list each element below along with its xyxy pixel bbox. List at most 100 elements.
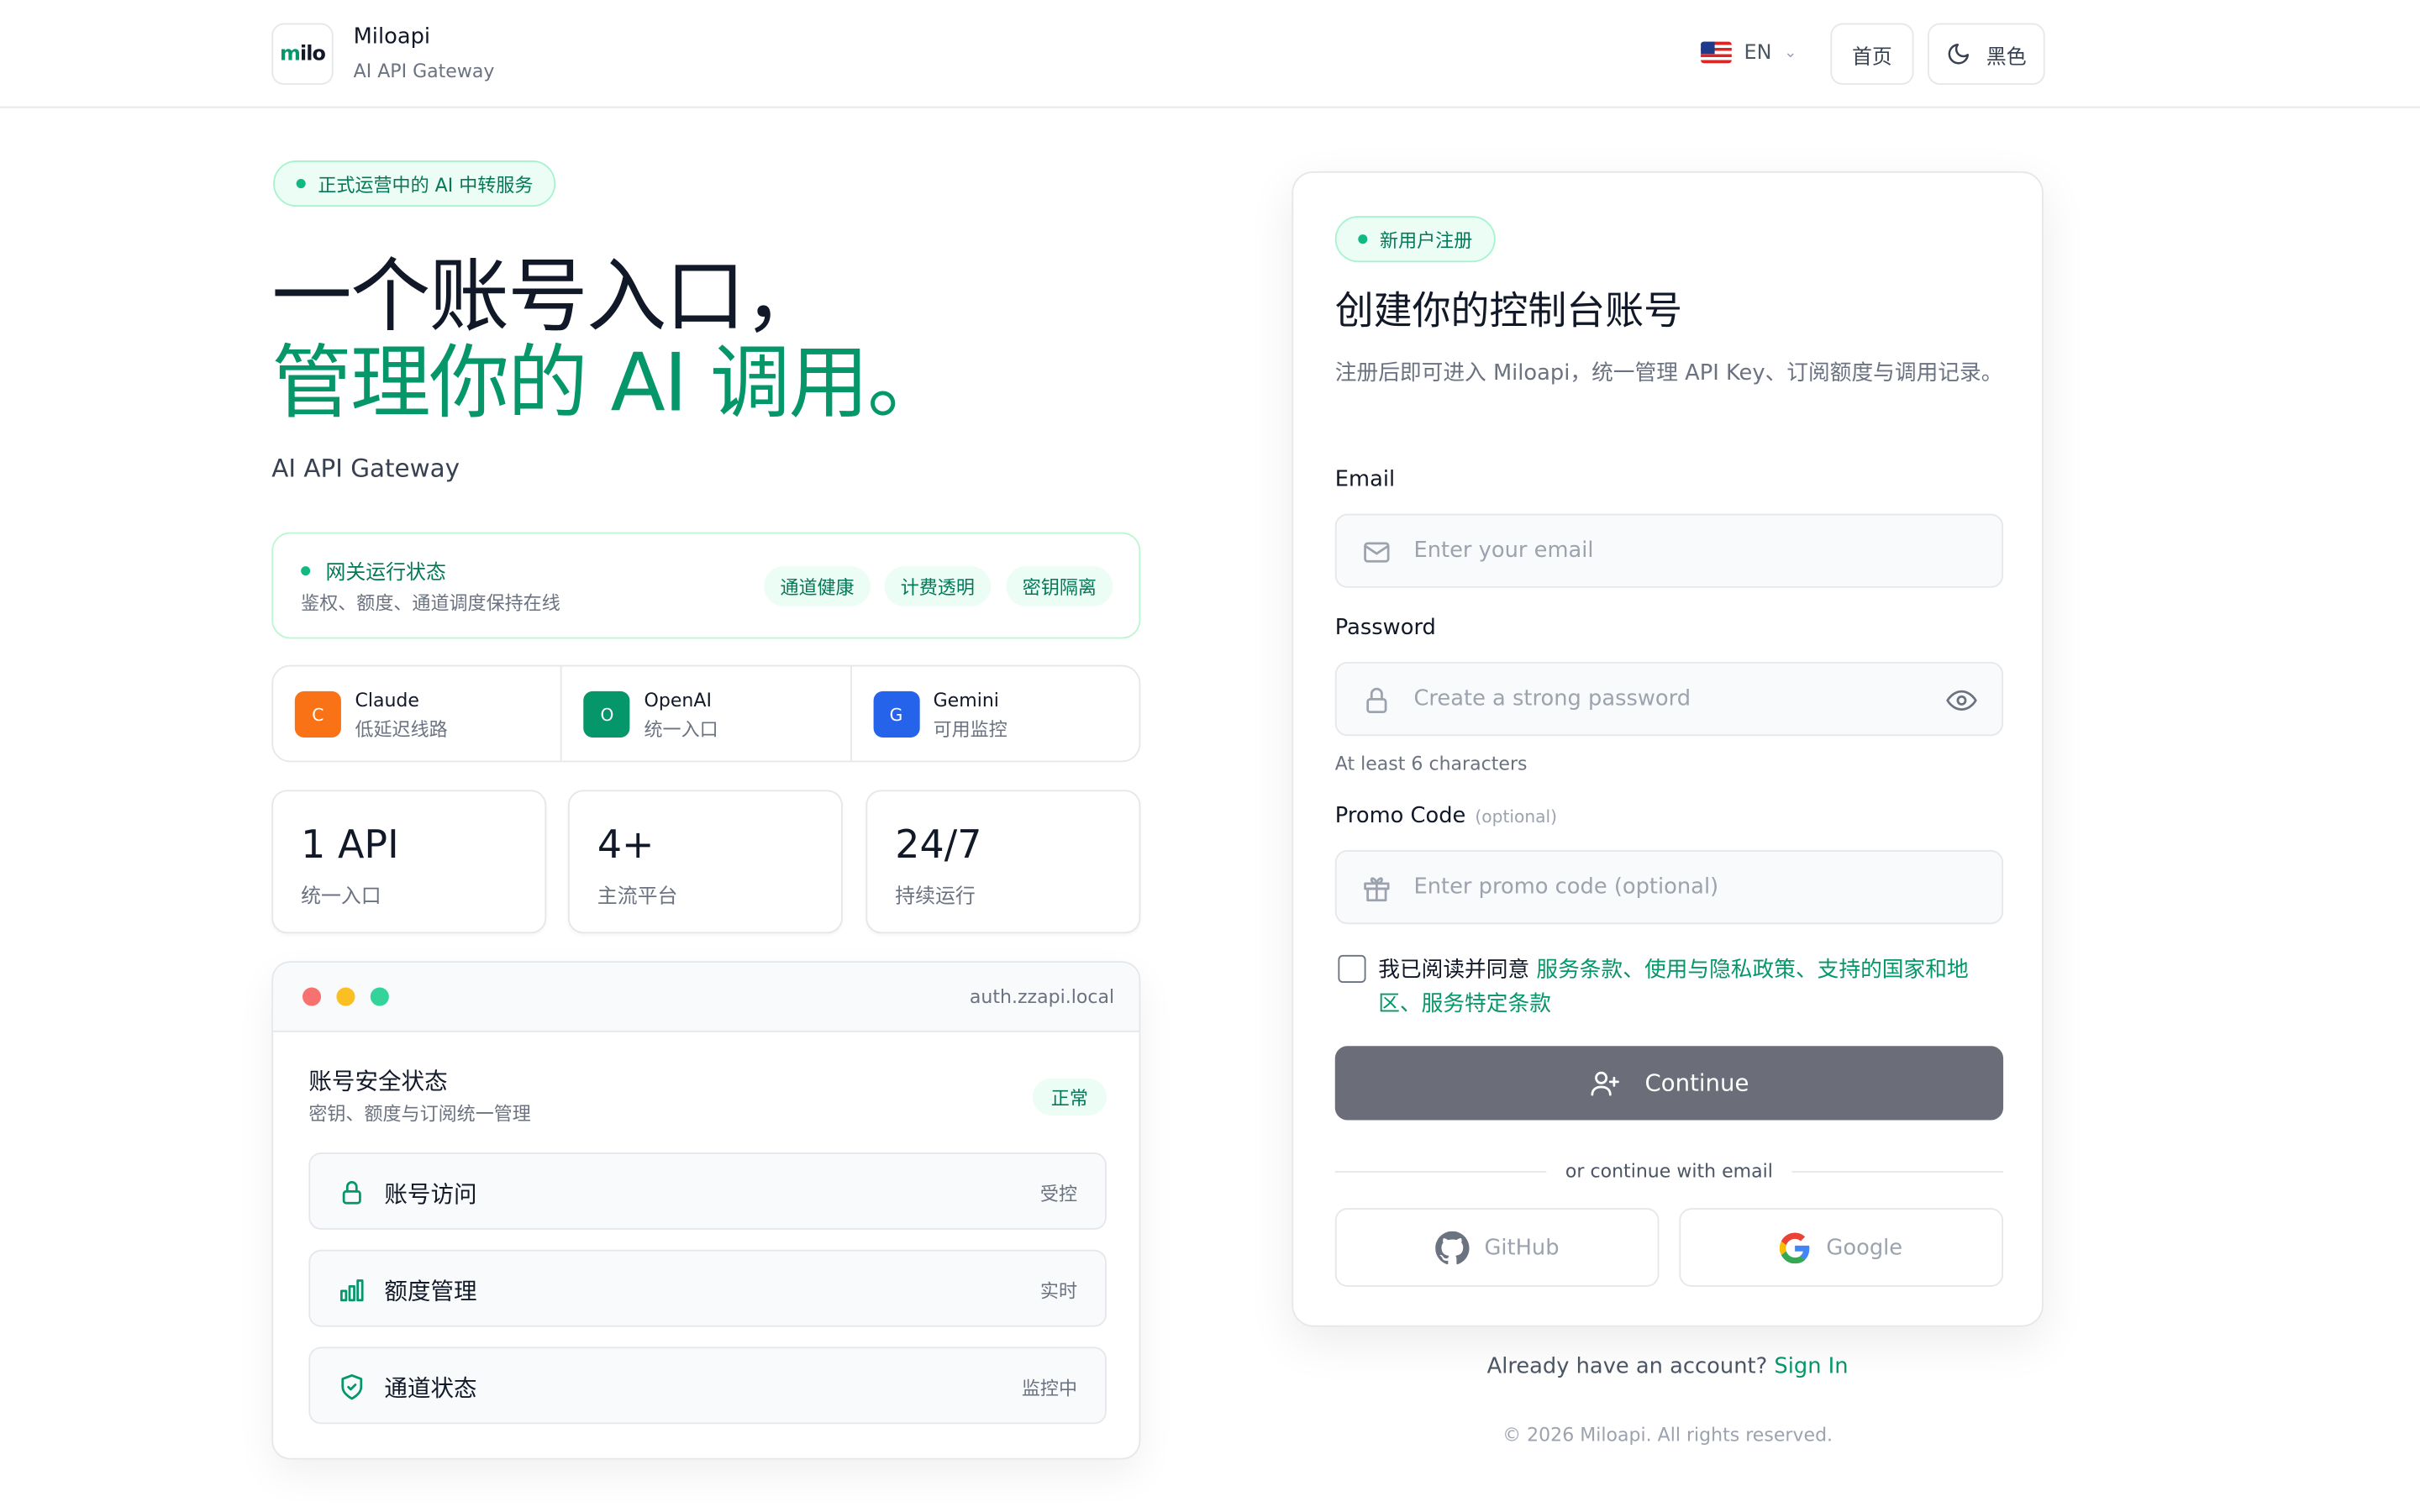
provider-openai: O OpenAI 统一入口 (562, 666, 852, 761)
github-icon (1434, 1230, 1470, 1264)
logo-text: ilo (299, 42, 326, 66)
provider-name: Gemini (933, 690, 999, 711)
service-status-text: 正式运营中的 AI 中转服务 (318, 173, 534, 196)
gift-icon (1364, 877, 1390, 902)
language-selector[interactable]: EN ⌄ (1701, 37, 1797, 68)
copyright-text: © 2026 Miloapi. All rights reserved. (1502, 1424, 1833, 1446)
theme-button-label: 黑色 (1986, 45, 2027, 69)
security-row-value: 监控中 (1021, 1378, 1078, 1399)
gateway-status-card: 网关运行状态 鉴权、额度、通道调度保持在线 通道健康 计费透明 密钥隔离 (271, 532, 1141, 639)
provider-claude: C Claude 低延迟线路 (273, 666, 563, 761)
signin-prompt: Already have an account? Sign In (1292, 1355, 2043, 1379)
window-maximize-dot-icon (370, 987, 389, 1006)
bar-chart-icon (339, 1279, 364, 1302)
promo-optional-text: (optional) (1475, 806, 1558, 827)
promo-input[interactable] (1413, 851, 1939, 923)
password-label: Password (1334, 615, 1436, 641)
gateway-status-title: 网关运行状态 (301, 555, 446, 585)
status-dot-icon (1358, 234, 1368, 244)
terms-separator: 、 (1623, 958, 1644, 983)
top-navbar: m ilo Miloapi AI API Gateway EN ⌄ 首页 黑色 (0, 0, 2420, 108)
gateway-status-subtitle: 鉴权、额度、通道调度保持在线 (301, 592, 560, 615)
status-dot-icon (301, 565, 311, 575)
us-flag-icon (1701, 41, 1732, 64)
security-title: 账号安全状态 (308, 1068, 448, 1096)
register-title: 创建你的控制台账号 (1334, 288, 1683, 333)
window-close-dot-icon (302, 987, 322, 1006)
email-label: Email (1334, 467, 1396, 492)
register-pill: 新用户注册 (1334, 216, 1496, 263)
security-row-label: 额度管理 (384, 1277, 477, 1305)
security-row-quota: 额度管理 实时 (308, 1249, 1107, 1327)
stat-label: 统一入口 (301, 885, 381, 909)
stat-card-api: 1 API 统一入口 (271, 790, 547, 934)
brand-name: Miloapi (353, 24, 431, 50)
divider-text: or continue with email (1293, 1160, 2044, 1182)
promo-label-text: Promo Code (1334, 803, 1466, 829)
openai-icon: O (583, 690, 630, 738)
terms-checkbox[interactable] (1338, 954, 1366, 983)
stat-value: 4+ (597, 822, 655, 868)
provider-description: 可用监控 (933, 718, 1007, 741)
claude-icon: C (294, 690, 341, 738)
status-dot-icon (296, 179, 306, 189)
stat-card-platforms: 4+ 主流平台 (567, 790, 843, 934)
language-label: EN (1744, 40, 1772, 65)
provider-name: Claude (355, 690, 419, 711)
email-input[interactable] (1413, 515, 1939, 586)
continue-button[interactable]: Continue (1334, 1046, 2004, 1121)
terms-separator: 、 (1399, 992, 1422, 1017)
stat-value: 1 API (301, 822, 399, 868)
provider-description: 低延迟线路 (355, 718, 448, 741)
account-security-panel: auth.zzapi.local 账号安全状态 密钥、额度与订阅统一管理 正常 … (271, 961, 1141, 1460)
shield-check-icon (341, 1374, 363, 1400)
logo-mark: m (279, 42, 301, 66)
eye-icon[interactable] (1946, 685, 1977, 717)
security-row-channel: 通道状态 监控中 (308, 1347, 1107, 1425)
window-minimize-dot-icon (336, 987, 355, 1006)
continue-button-label: Continue (1644, 1068, 1749, 1097)
service-status-pill: 正式运营中的 AI 中转服务 (273, 160, 556, 207)
stat-card-uptime: 24/7 持续运行 (865, 790, 1141, 934)
home-button-label: 首页 (1852, 45, 1892, 69)
tag-key-isolation: 密钥隔离 (1006, 566, 1113, 606)
email-field[interactable] (1334, 513, 2004, 588)
stat-label: 持续运行 (895, 885, 976, 909)
google-button[interactable]: Google (1679, 1208, 2004, 1287)
google-button-label: Google (1826, 1235, 1903, 1260)
moon-icon (1948, 44, 1970, 65)
tag-billing-transparent: 计费透明 (884, 566, 992, 606)
promo-field[interactable] (1334, 850, 2004, 925)
window-titlebar: auth.zzapi.local (273, 963, 1139, 1032)
password-field[interactable] (1334, 661, 2004, 737)
divider-label: or continue with email (1546, 1160, 1791, 1182)
tag-channel-health: 通道健康 (764, 566, 871, 606)
password-input[interactable] (1413, 663, 1939, 735)
home-button[interactable]: 首页 (1830, 23, 1914, 86)
mail-icon (1364, 542, 1390, 563)
terms-of-service-link[interactable]: 服务条款 (1536, 958, 1623, 983)
logo[interactable]: m ilo (271, 23, 334, 86)
signin-prompt-text: Already have an account? (1486, 1354, 1768, 1380)
gateway-status-title-text: 网关运行状态 (325, 561, 446, 585)
provider-description: 统一入口 (644, 718, 718, 741)
theme-toggle-button[interactable]: 黑色 (1928, 23, 2045, 86)
register-description: 注册后即可进入 Miloapi，统一管理 API Key、订阅额度与调用记录。 (1334, 360, 2003, 386)
user-plus-icon (1591, 1071, 1619, 1096)
github-button[interactable]: GitHub (1334, 1208, 1660, 1287)
security-subtitle: 密钥、额度与订阅统一管理 (308, 1103, 531, 1125)
stat-label: 主流平台 (597, 885, 678, 909)
privacy-policy-link[interactable]: 使用与隐私政策 (1644, 958, 1796, 983)
signin-link[interactable]: Sign In (1774, 1355, 1848, 1379)
security-row-value: 实时 (1039, 1280, 1078, 1303)
service-specific-terms-link[interactable]: 服务特定条款 (1422, 992, 1551, 1016)
brand-subtitle: AI API Gateway (353, 60, 495, 82)
register-pill-text: 新用户注册 (1380, 228, 1473, 251)
terms-text: 我已阅读并同意 服务条款、使用与隐私政策、支持的国家和地区、服务特定条款 (1378, 953, 1996, 1021)
stat-value: 24/7 (895, 822, 982, 868)
security-status-badge: 正常 (1032, 1078, 1107, 1116)
window-host-label: auth.zzapi.local (969, 985, 1115, 1008)
gemini-icon: G (872, 690, 920, 738)
lock-icon (342, 1181, 361, 1205)
register-card: 新用户注册 创建你的控制台账号 注册后即可进入 Miloapi，统一管理 API… (1292, 171, 2044, 1327)
